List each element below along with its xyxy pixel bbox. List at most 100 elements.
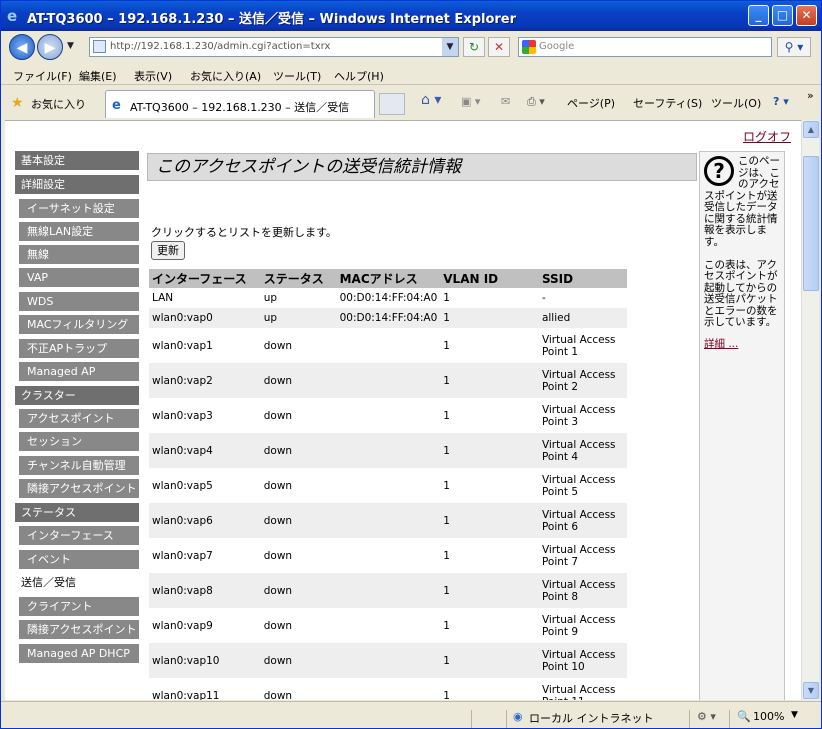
vertical-scrollbar[interactable]: ▲ ▼ bbox=[801, 120, 819, 700]
sidebar-item[interactable]: MACフィルタリング bbox=[19, 315, 139, 335]
table-cell bbox=[336, 643, 441, 678]
help-icon[interactable]: ? ▾ bbox=[773, 95, 789, 108]
forward-button[interactable]: ▶ bbox=[37, 34, 63, 60]
table-cell: Virtual AccessPoint 11 bbox=[541, 683, 616, 701]
table-cell: Virtual Access Point 1 bbox=[541, 333, 616, 358]
table-cell: up bbox=[263, 292, 278, 304]
sidebar-item[interactable]: イーサネット設定 bbox=[19, 199, 139, 219]
address-dropdown-icon[interactable]: ▼ bbox=[442, 38, 458, 56]
table-cell: Virtual Access Point 4 bbox=[538, 433, 627, 468]
sidebar-item[interactable]: イベント bbox=[19, 550, 139, 570]
menu-favorites[interactable]: お気に入り(A) bbox=[190, 68, 261, 84]
table-row: wlan0:vap1 down 1 Virtual Access Point 1 bbox=[149, 328, 627, 363]
sidebar-item[interactable]: Managed AP DHCP bbox=[19, 644, 139, 664]
page-title: このアクセスポイントの送受信統計情報 bbox=[147, 153, 697, 181]
table-cell: wlan0:vap7 bbox=[152, 549, 213, 562]
zoom-dropdown-icon[interactable]: ▼ bbox=[791, 710, 798, 720]
sidebar-item[interactable]: 隣接アクセスポイント bbox=[19, 479, 139, 499]
sidebar-item[interactable]: 隣接アクセスポイント bbox=[19, 620, 139, 640]
protected-mode-icon[interactable]: ⚙ ▾ bbox=[697, 710, 716, 723]
table-row: wlan0:vap3 down 1 Virtual Access Point 3 bbox=[149, 398, 627, 433]
menu-tools[interactable]: ツール(T) bbox=[273, 68, 321, 84]
sidebar-item[interactable]: チャンネル自動管理 bbox=[19, 456, 139, 476]
table-cell: Virtual Access Point 6 bbox=[538, 503, 627, 538]
maximize-button[interactable]: □ bbox=[772, 5, 793, 26]
stats-table: インターフェース ステータス MACアドレス VLAN ID SSID LAN up 00:… bbox=[149, 269, 627, 700]
sidebar-item[interactable]: Managed AP bbox=[19, 362, 139, 382]
search-icon[interactable]: ⚲ ▾ bbox=[777, 37, 811, 57]
menu-view[interactable]: 表示(V) bbox=[134, 68, 172, 84]
minimize-button[interactable]: _ bbox=[748, 5, 769, 26]
table-cell: 1 bbox=[443, 409, 450, 422]
help-panel: ? このページは、このアクセスポイントが送受信したデータに関する統計情報を表示し… bbox=[699, 151, 785, 700]
sidebar-item[interactable]: 送信／受信 bbox=[15, 573, 139, 593]
refresh-button[interactable]: 更新 bbox=[151, 241, 185, 260]
scroll-down-icon[interactable]: ▼ bbox=[803, 682, 819, 699]
sidebar-item[interactable]: 不正APトラップ bbox=[19, 339, 139, 359]
menu-edit[interactable]: 編集(E) bbox=[79, 68, 117, 84]
table-cell bbox=[337, 538, 441, 573]
mail-icon[interactable]: ✉ bbox=[501, 95, 510, 108]
table-cell: wlan0:vap4 bbox=[149, 433, 261, 468]
table-cell: 1 bbox=[443, 292, 450, 304]
tools-menu[interactable]: ツール(O) bbox=[711, 95, 761, 111]
sidebar-item[interactable]: アクセスポイント bbox=[19, 409, 139, 429]
help-more-link[interactable]: 詳細 ... bbox=[704, 338, 780, 351]
zoom-icon[interactable]: 🔍 bbox=[737, 710, 751, 723]
logout-link[interactable]: ログオフ bbox=[743, 128, 791, 145]
feeds-icon[interactable]: ▣ ▾ bbox=[461, 95, 480, 108]
table-cell: wlan0:vap6 bbox=[149, 503, 261, 538]
table-cell: 00:D0:14:FF:04:A0 bbox=[336, 308, 441, 328]
sidebar-item[interactable]: 詳細設定 bbox=[15, 175, 139, 195]
sidebar-item[interactable]: クラスター bbox=[15, 386, 139, 406]
browser-window: e AT-TQ3600 – 192.168.1.230 – 送信／受信 – Wi… bbox=[0, 0, 822, 729]
zoom-level[interactable]: 100% bbox=[753, 710, 784, 723]
table-row: LAN up 00:D0:14:FF:04:A0 1 - bbox=[149, 288, 627, 308]
table-cell bbox=[337, 468, 441, 503]
sidebar-item[interactable]: クライアント bbox=[19, 597, 139, 617]
table-cell: wlan0:vap8 bbox=[149, 573, 261, 608]
new-tab-button[interactable] bbox=[379, 93, 405, 115]
table-cell: down bbox=[260, 503, 337, 538]
table-cell: down bbox=[260, 573, 337, 608]
stop-icon[interactable]: ✕ bbox=[488, 37, 510, 57]
ie-logo-icon: e bbox=[7, 7, 18, 25]
table-cell bbox=[336, 363, 441, 398]
scroll-up-icon[interactable]: ▲ bbox=[803, 121, 819, 138]
sidebar-item[interactable]: ステータス bbox=[15, 503, 139, 523]
home-icon[interactable]: ⌂ ▾ bbox=[421, 92, 441, 108]
sidebar-item[interactable]: セッション bbox=[19, 432, 139, 452]
table-cell: Virtual Access Point 2 bbox=[538, 363, 627, 398]
sidebar-item[interactable]: インターフェース bbox=[19, 526, 139, 546]
sidebar-item[interactable]: 無線LAN設定 bbox=[19, 222, 139, 242]
menu-file[interactable]: ファイル(F) bbox=[13, 68, 72, 84]
sidebar-item[interactable]: 無線 bbox=[19, 245, 139, 265]
browser-tab[interactable]: e AT-TQ3600 – 192.168.1.230 – 送信／受信 bbox=[105, 90, 375, 118]
print-icon[interactable]: ⎙ ▾ bbox=[527, 95, 545, 109]
table-cell: LAN bbox=[152, 292, 174, 304]
menu-help[interactable]: ヘルプ(H) bbox=[334, 68, 384, 84]
scroll-thumb[interactable] bbox=[803, 156, 819, 291]
favorites-label[interactable]: お気に入り bbox=[31, 96, 86, 112]
address-bar[interactable]: http://192.168.1.230/admin.cgi?action=tx… bbox=[89, 37, 459, 57]
sidebar-item[interactable]: VAP bbox=[19, 268, 139, 288]
search-input[interactable]: Google bbox=[518, 37, 772, 57]
recent-pages-dropdown-icon[interactable]: ▼ bbox=[67, 41, 74, 51]
refresh-icon[interactable]: ↻ bbox=[463, 37, 485, 57]
table-cell: - bbox=[541, 292, 546, 304]
table-cell: Virtual Access Point 10 bbox=[538, 643, 627, 678]
title-bar: e AT-TQ3600 – 192.168.1.230 – 送信／受信 – Wi… bbox=[1, 1, 821, 31]
page-viewport: ログオフ 基本設定詳細設定イーサネット設定 無線LAN設定 無線 VAP WDS MACフ… bbox=[5, 120, 801, 700]
table-cell: down bbox=[263, 619, 293, 632]
sidebar-item[interactable]: WDS bbox=[19, 292, 139, 312]
search-placeholder: Google bbox=[539, 41, 575, 52]
back-button[interactable]: ◀ bbox=[9, 34, 35, 60]
chevron-icon[interactable]: » bbox=[807, 89, 814, 102]
safety-menu[interactable]: セーフティ(S) bbox=[633, 95, 702, 111]
page-menu[interactable]: ページ(P) bbox=[567, 95, 615, 111]
menu-bar: ファイル(F) 編集(E) 表示(V) お気に入り(A) ツール(T) ヘルプ(… bbox=[1, 63, 821, 85]
favorites-star-icon[interactable]: ★ bbox=[11, 95, 24, 111]
close-button[interactable]: ✕ bbox=[796, 5, 817, 26]
sidebar-item[interactable]: 基本設定 bbox=[15, 151, 139, 171]
table-row: wlan0:vap2 down 1 Virtual Access Point 2 bbox=[149, 363, 627, 398]
